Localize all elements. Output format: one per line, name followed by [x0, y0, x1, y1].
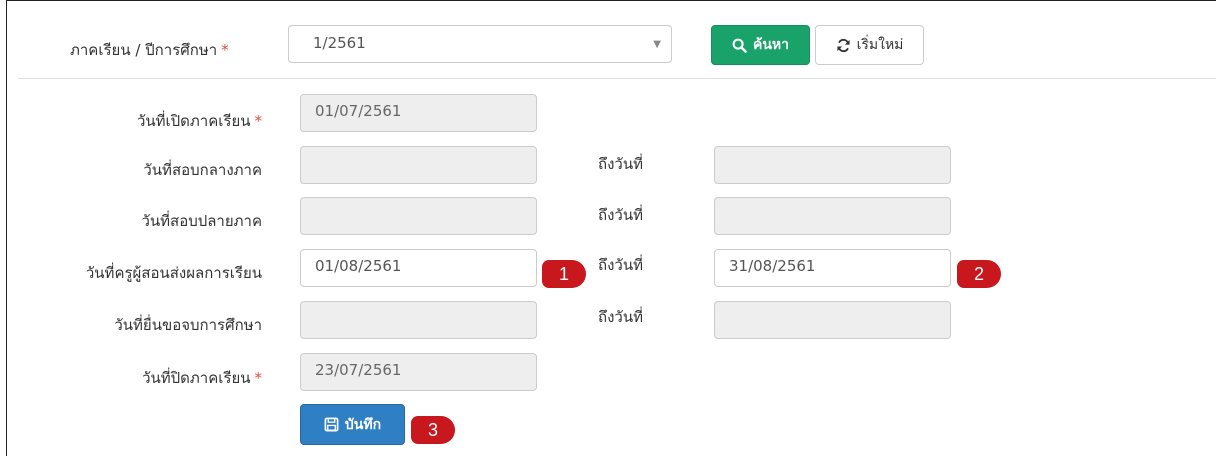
search-icon: [732, 38, 747, 53]
refresh-icon: [836, 38, 850, 52]
marker-3: 3: [411, 416, 455, 444]
search-button[interactable]: ค้นหา: [711, 25, 810, 65]
graduation-request-end-field[interactable]: [714, 301, 951, 339]
close-date-label-text: วันที่ปิดภาคเรียน: [142, 369, 251, 387]
term-year-select-value: 1/2561: [313, 34, 366, 52]
midterm-date-label: วันที่สอบกลางภาค: [143, 161, 262, 179]
save-button[interactable]: บันทึก: [300, 404, 405, 445]
midterm-to-label: ถึงวันที่: [598, 155, 643, 173]
floppy-disk-icon: [324, 417, 339, 432]
marker-1: 1: [542, 260, 586, 288]
close-date-label: วันที่ปิดภาคเรียน *: [142, 366, 262, 390]
term-year-select[interactable]: 1/2561 ▼: [288, 25, 672, 63]
open-date-field[interactable]: 01/07/2561: [300, 94, 537, 132]
final-exam-end-field[interactable]: [714, 197, 951, 235]
required-mark: *: [254, 369, 263, 387]
midterm-start-field[interactable]: [300, 146, 537, 184]
caret-down-icon: ▼: [653, 39, 661, 50]
graduation-request-date-label: วันที่ยื่นขอจบการศึกษา: [114, 316, 262, 334]
open-date-label-text: วันที่เปิดภาคเรียน: [136, 112, 251, 130]
search-button-label: ค้นหา: [752, 37, 790, 53]
graduation-request-start-field[interactable]: [300, 301, 537, 339]
final-exam-to-label: ถึงวันที่: [598, 206, 643, 224]
reset-button-label: เริ่มใหม่: [856, 37, 904, 53]
midterm-end-field[interactable]: [714, 146, 951, 184]
marker-2: 2: [957, 260, 1001, 288]
final-exam-date-label: วันที่สอบปลายภาค: [141, 212, 262, 230]
grade-submission-start-field[interactable]: 01/08/2561: [300, 249, 537, 287]
final-exam-start-field[interactable]: [300, 197, 537, 235]
section-divider: [18, 78, 1216, 79]
grade-submission-date-label: วันที่ครูผู้สอนส่งผลการเรียน: [85, 264, 262, 282]
term-year-label: ภาคเรียน / ปีการศึกษา *: [70, 38, 229, 62]
save-button-label: บันทึก: [344, 416, 382, 433]
grade-submission-end-field[interactable]: 31/08/2561: [714, 249, 951, 287]
grade-submission-to-label: ถึงวันที่: [598, 256, 643, 274]
term-year-label-text: ภาคเรียน / ปีการศึกษา: [70, 41, 218, 59]
required-mark: *: [254, 112, 263, 130]
graduation-request-to-label: ถึงวันที่: [598, 308, 643, 326]
close-date-field[interactable]: 23/07/2561: [300, 353, 537, 391]
required-mark: *: [221, 41, 229, 59]
reset-button[interactable]: เริ่มใหม่: [815, 25, 924, 65]
open-date-label: วันที่เปิดภาคเรียน *: [137, 109, 262, 133]
